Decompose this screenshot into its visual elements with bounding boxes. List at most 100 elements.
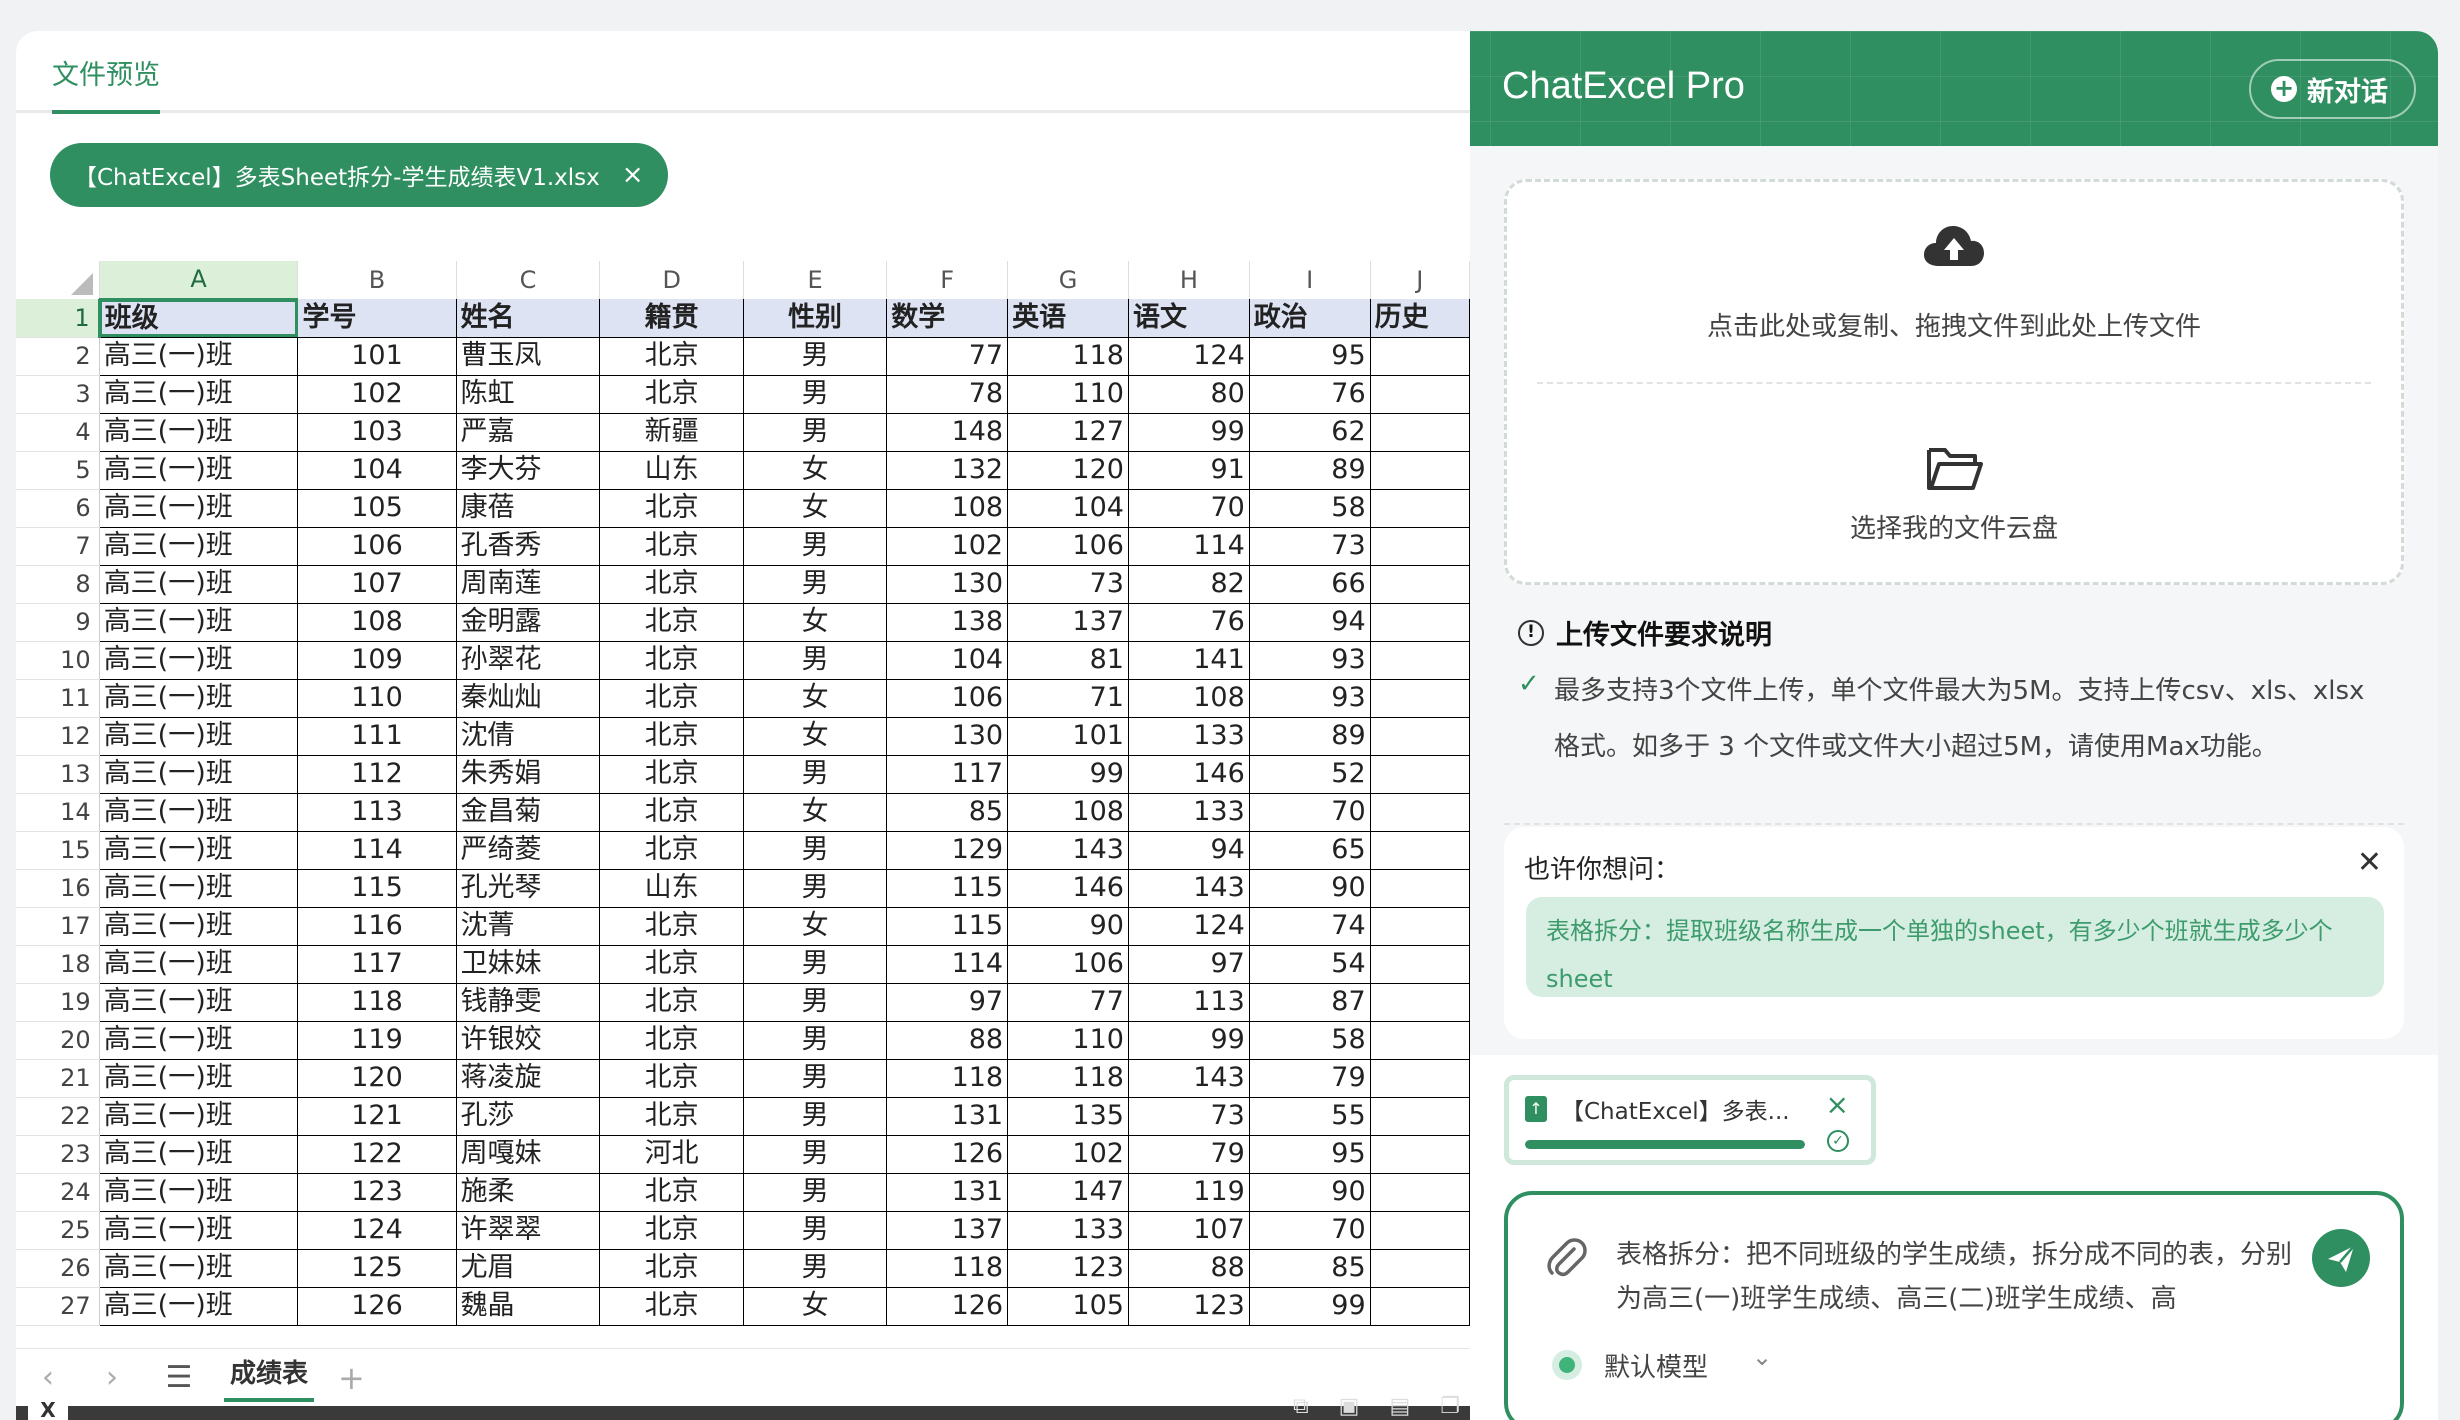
cell[interactable]: 90 <box>1249 869 1371 908</box>
cell[interactable]: 性别 <box>743 299 888 338</box>
column-header[interactable]: E <box>743 261 888 299</box>
cell[interactable]: 男 <box>743 1097 888 1136</box>
sheet-tab-active[interactable]: 成绩表 <box>224 1353 315 1402</box>
cell[interactable]: 金昌菊 <box>456 793 601 832</box>
cell[interactable] <box>1370 679 1470 718</box>
cell[interactable]: 高三(一)班 <box>99 1287 299 1326</box>
column-header[interactable]: J <box>1370 261 1470 299</box>
cell[interactable]: 山东 <box>599 869 744 908</box>
cell[interactable]: 男 <box>743 1211 888 1250</box>
cell[interactable]: 132 <box>886 451 1009 490</box>
close-icon[interactable]: × <box>1826 1088 1849 1121</box>
row-number[interactable]: 2 <box>16 337 100 376</box>
row-number[interactable]: 1 <box>16 299 101 338</box>
cell[interactable]: 106 <box>1007 527 1129 566</box>
cell[interactable]: 120 <box>1007 451 1129 490</box>
cell[interactable]: 语文 <box>1128 299 1250 338</box>
cell[interactable]: 146 <box>1128 755 1250 794</box>
cell[interactable]: 71 <box>1007 679 1129 718</box>
cell[interactable]: 130 <box>886 565 1009 604</box>
cloud-drive-link[interactable]: 选择我的文件云盘 <box>1507 508 2401 545</box>
row-number[interactable]: 17 <box>16 907 100 946</box>
spreadsheet-grid[interactable]: A B C D E F G H I J 1 班级 学号 姓名 籍贯 性别 数学 英语 语文 政治 历史 2 高三(一)班 10… <box>16 261 1470 1348</box>
cell[interactable]: 94 <box>1128 831 1250 870</box>
row-number[interactable]: 10 <box>16 641 100 680</box>
cell[interactable]: 高三(一)班 <box>99 603 299 642</box>
cell[interactable] <box>1370 1097 1470 1136</box>
cell[interactable]: 许翠翠 <box>456 1211 601 1250</box>
cell[interactable]: 108 <box>1128 679 1250 718</box>
cell[interactable]: 99 <box>1249 1287 1371 1326</box>
select-all-corner[interactable] <box>16 261 100 299</box>
cell[interactable]: 高三(一)班 <box>99 375 299 414</box>
cell[interactable]: 131 <box>886 1173 1009 1212</box>
cell[interactable]: 79 <box>1249 1059 1371 1098</box>
new-chat-button[interactable]: + 新对话 <box>2249 59 2416 119</box>
cell[interactable]: 124 <box>1128 337 1250 376</box>
row-number[interactable]: 6 <box>16 489 100 528</box>
cell[interactable]: 孔香秀 <box>456 527 601 566</box>
cell[interactable]: 110 <box>1007 1021 1129 1060</box>
cell[interactable]: 110 <box>1007 375 1129 414</box>
cell[interactable]: 高三(一)班 <box>99 1249 299 1288</box>
cell[interactable] <box>1370 375 1470 414</box>
row-number[interactable]: 22 <box>16 1097 100 1136</box>
cell[interactable]: 97 <box>1128 945 1250 984</box>
cell[interactable]: 男 <box>743 527 888 566</box>
cell[interactable]: 70 <box>1128 489 1250 528</box>
cell[interactable]: 沈菁 <box>456 907 601 946</box>
cell[interactable]: 高三(一)班 <box>99 565 299 604</box>
cell[interactable] <box>1370 565 1470 604</box>
cell[interactable]: 曹玉凤 <box>456 337 601 376</box>
cell[interactable] <box>1370 1287 1470 1326</box>
chat-input-box[interactable]: 表格拆分：把不同班级的学生成绩，拆分成不同的表，分别为高三(一)班学生成绩、高三… <box>1504 1191 2404 1420</box>
cell[interactable]: 107 <box>297 565 457 604</box>
row-number[interactable]: 8 <box>16 565 100 604</box>
cell[interactable]: 李大芬 <box>456 451 601 490</box>
cell[interactable]: 77 <box>1007 983 1129 1022</box>
cell[interactable]: 女 <box>743 1287 888 1326</box>
cell[interactable]: 男 <box>743 869 888 908</box>
cell[interactable]: 北京 <box>599 1249 744 1288</box>
cell[interactable]: 北京 <box>599 983 744 1022</box>
cell[interactable]: 高三(一)班 <box>99 831 299 870</box>
layout-icon[interactable]: ▤ <box>1389 1394 1410 1419</box>
cell[interactable]: 115 <box>297 869 457 908</box>
cell[interactable]: 孔光琴 <box>456 869 601 908</box>
model-selector[interactable]: 默认模型 <box>1604 1347 1708 1384</box>
clipboard-icon[interactable]: ▣ <box>1339 1394 1360 1419</box>
cell[interactable]: 110 <box>297 679 457 718</box>
cell[interactable]: 山东 <box>599 451 744 490</box>
cell[interactable]: 123 <box>1128 1287 1250 1326</box>
cell[interactable] <box>1370 755 1470 794</box>
cell[interactable] <box>1370 641 1470 680</box>
cell[interactable]: 147 <box>1007 1173 1129 1212</box>
cell[interactable]: 女 <box>743 679 888 718</box>
cell[interactable]: 高三(一)班 <box>99 489 299 528</box>
cell[interactable]: 女 <box>743 451 888 490</box>
row-number[interactable]: 3 <box>16 375 100 414</box>
cell[interactable]: 114 <box>1128 527 1250 566</box>
cell[interactable]: 陈虹 <box>456 375 601 414</box>
cell[interactable]: 高三(一)班 <box>99 679 299 718</box>
cell[interactable]: 男 <box>743 565 888 604</box>
row-number[interactable]: 15 <box>16 831 100 870</box>
cell[interactable]: 高三(一)班 <box>99 641 299 680</box>
sheet-list-icon[interactable]: ☰ <box>144 1360 214 1395</box>
cell[interactable]: 高三(一)班 <box>99 527 299 566</box>
cell[interactable]: 135 <box>1007 1097 1129 1136</box>
cell[interactable]: 高三(一)班 <box>99 869 299 908</box>
cell[interactable]: 52 <box>1249 755 1371 794</box>
cell[interactable]: 125 <box>297 1249 457 1288</box>
cell[interactable]: 河北 <box>599 1135 744 1174</box>
cell[interactable]: 116 <box>297 907 457 946</box>
cell[interactable]: 93 <box>1249 641 1371 680</box>
cell[interactable]: 106 <box>297 527 457 566</box>
cell[interactable]: 女 <box>743 793 888 832</box>
cell[interactable]: 北京 <box>599 1287 744 1326</box>
add-sheet-button[interactable]: + <box>338 1359 365 1397</box>
cell[interactable]: 北京 <box>599 831 744 870</box>
cell[interactable]: 99 <box>1128 413 1250 452</box>
cell[interactable]: 58 <box>1249 489 1371 528</box>
cell[interactable]: 143 <box>1128 1059 1250 1098</box>
